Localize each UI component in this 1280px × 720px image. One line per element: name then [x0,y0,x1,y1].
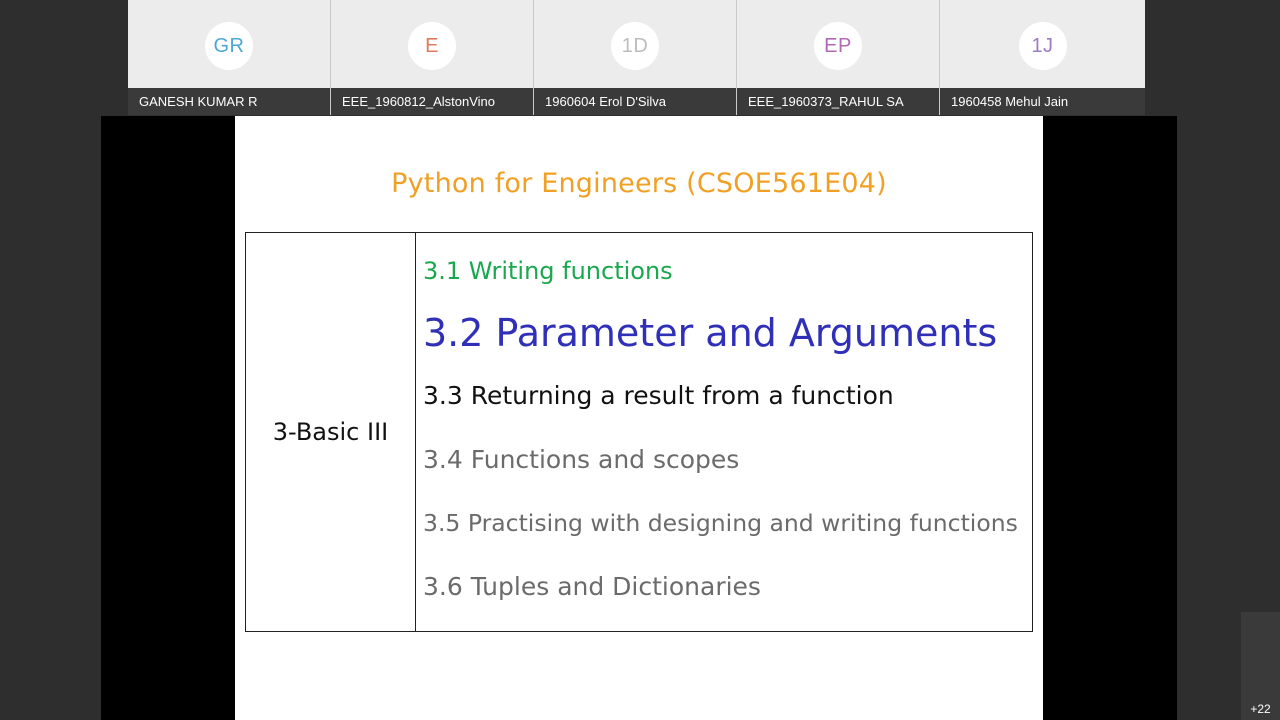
avatar: 1J [1018,22,1067,70]
topic-item: 3.5 Practising with designing and writin… [423,509,1018,537]
participant-name: 1960458 Mehul Jain [940,88,1145,115]
topic-item: 3.3 Returning a result from a function [423,381,894,410]
topic-item: 3.6 Tuples and Dictionaries [423,572,761,601]
meeting-window: GR GANESH KUMAR R E EEE_1960812_AlstonVi… [0,0,1280,720]
participant-tile[interactable]: 1D 1960604 Erol D'Silva [534,0,737,115]
more-participants-button[interactable]: +22 [1241,612,1280,720]
more-participants-count: +22 [1250,702,1271,716]
module-cell: 3-Basic III [246,233,416,631]
participant-tile[interactable]: EP EEE_1960373_RAHUL SA [737,0,940,115]
presentation-slide: Python for Engineers (CSOE561E04) 3-Basi… [235,116,1043,720]
participant-name: EEE_1960812_AlstonVino [331,88,533,115]
participant-tile[interactable]: 1J 1960458 Mehul Jain [940,0,1145,115]
topics-table: 3-Basic III 3.1 Writing functions 3.2 Pa… [245,232,1033,632]
participant-strip: GR GANESH KUMAR R E EEE_1960812_AlstonVi… [128,0,1149,115]
avatar: EP [814,22,862,70]
participant-name: GANESH KUMAR R [128,88,330,115]
participant-name: 1960604 Erol D'Silva [534,88,736,115]
avatar: GR [205,22,253,70]
topic-item-highlighted: 3.2 Parameter and Arguments [423,311,998,355]
topic-item: 3.4 Functions and scopes [423,445,740,474]
avatar: 1D [611,22,659,70]
shared-screen: Python for Engineers (CSOE561E04) 3-Basi… [101,116,1177,720]
participant-name: EEE_1960373_RAHUL SA [737,88,939,115]
participant-tile[interactable]: GR GANESH KUMAR R [128,0,331,115]
topics-cell: 3.1 Writing functions 3.2 Parameter and … [416,233,1032,631]
participant-tile[interactable]: E EEE_1960812_AlstonVino [331,0,534,115]
avatar: E [408,22,456,70]
topic-item: 3.1 Writing functions [423,257,673,285]
slide-title: Python for Engineers (CSOE561E04) [391,168,887,199]
